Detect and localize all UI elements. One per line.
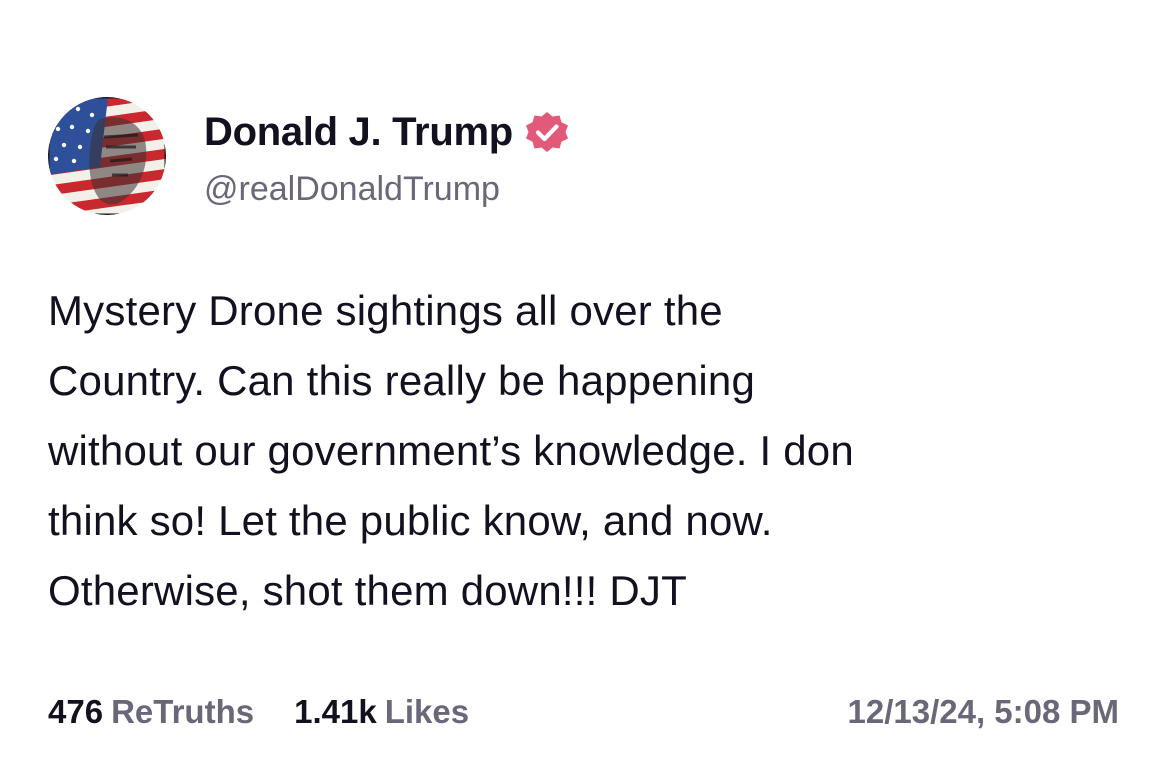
post-timestamp[interactable]: 12/13/24, 5:08 PM (847, 693, 1119, 731)
author-header: Donald J. Trump (204, 108, 571, 156)
avatar[interactable] (48, 97, 166, 215)
retruths-label: ReTruths (111, 693, 255, 730)
post-body-line: think so! Let the public know, and now. (48, 497, 773, 544)
post-body-line: Mystery Drone sightings all over the (48, 287, 723, 334)
retruths-count: 476 (48, 693, 104, 730)
display-name[interactable]: Donald J. Trump (204, 110, 513, 155)
likes-label: Likes (384, 693, 470, 730)
truth-post: Donald J. Trump @realDonaldTrump Mystery… (0, 0, 1169, 783)
likes-count: 1.41k (294, 693, 377, 730)
post-body-line: without our government’s knowledge. I do… (48, 427, 854, 474)
post-body-line: Country. Can this really be happening (48, 357, 756, 404)
post-footer: 476 ReTruths 1.41k Likes 12/13/24, 5:08 … (48, 690, 1119, 734)
verified-badge-icon (523, 108, 571, 156)
post-body: Mystery Drone sightings all over the Cou… (48, 276, 1138, 626)
likes-stat[interactable]: 1.41k Likes (294, 693, 469, 731)
post-body-line: Otherwise, shot them down!!! DJT (48, 567, 687, 614)
avatar-image (48, 97, 166, 215)
author-handle[interactable]: @realDonaldTrump (204, 170, 500, 209)
retruths-stat[interactable]: 476 ReTruths (48, 693, 254, 731)
